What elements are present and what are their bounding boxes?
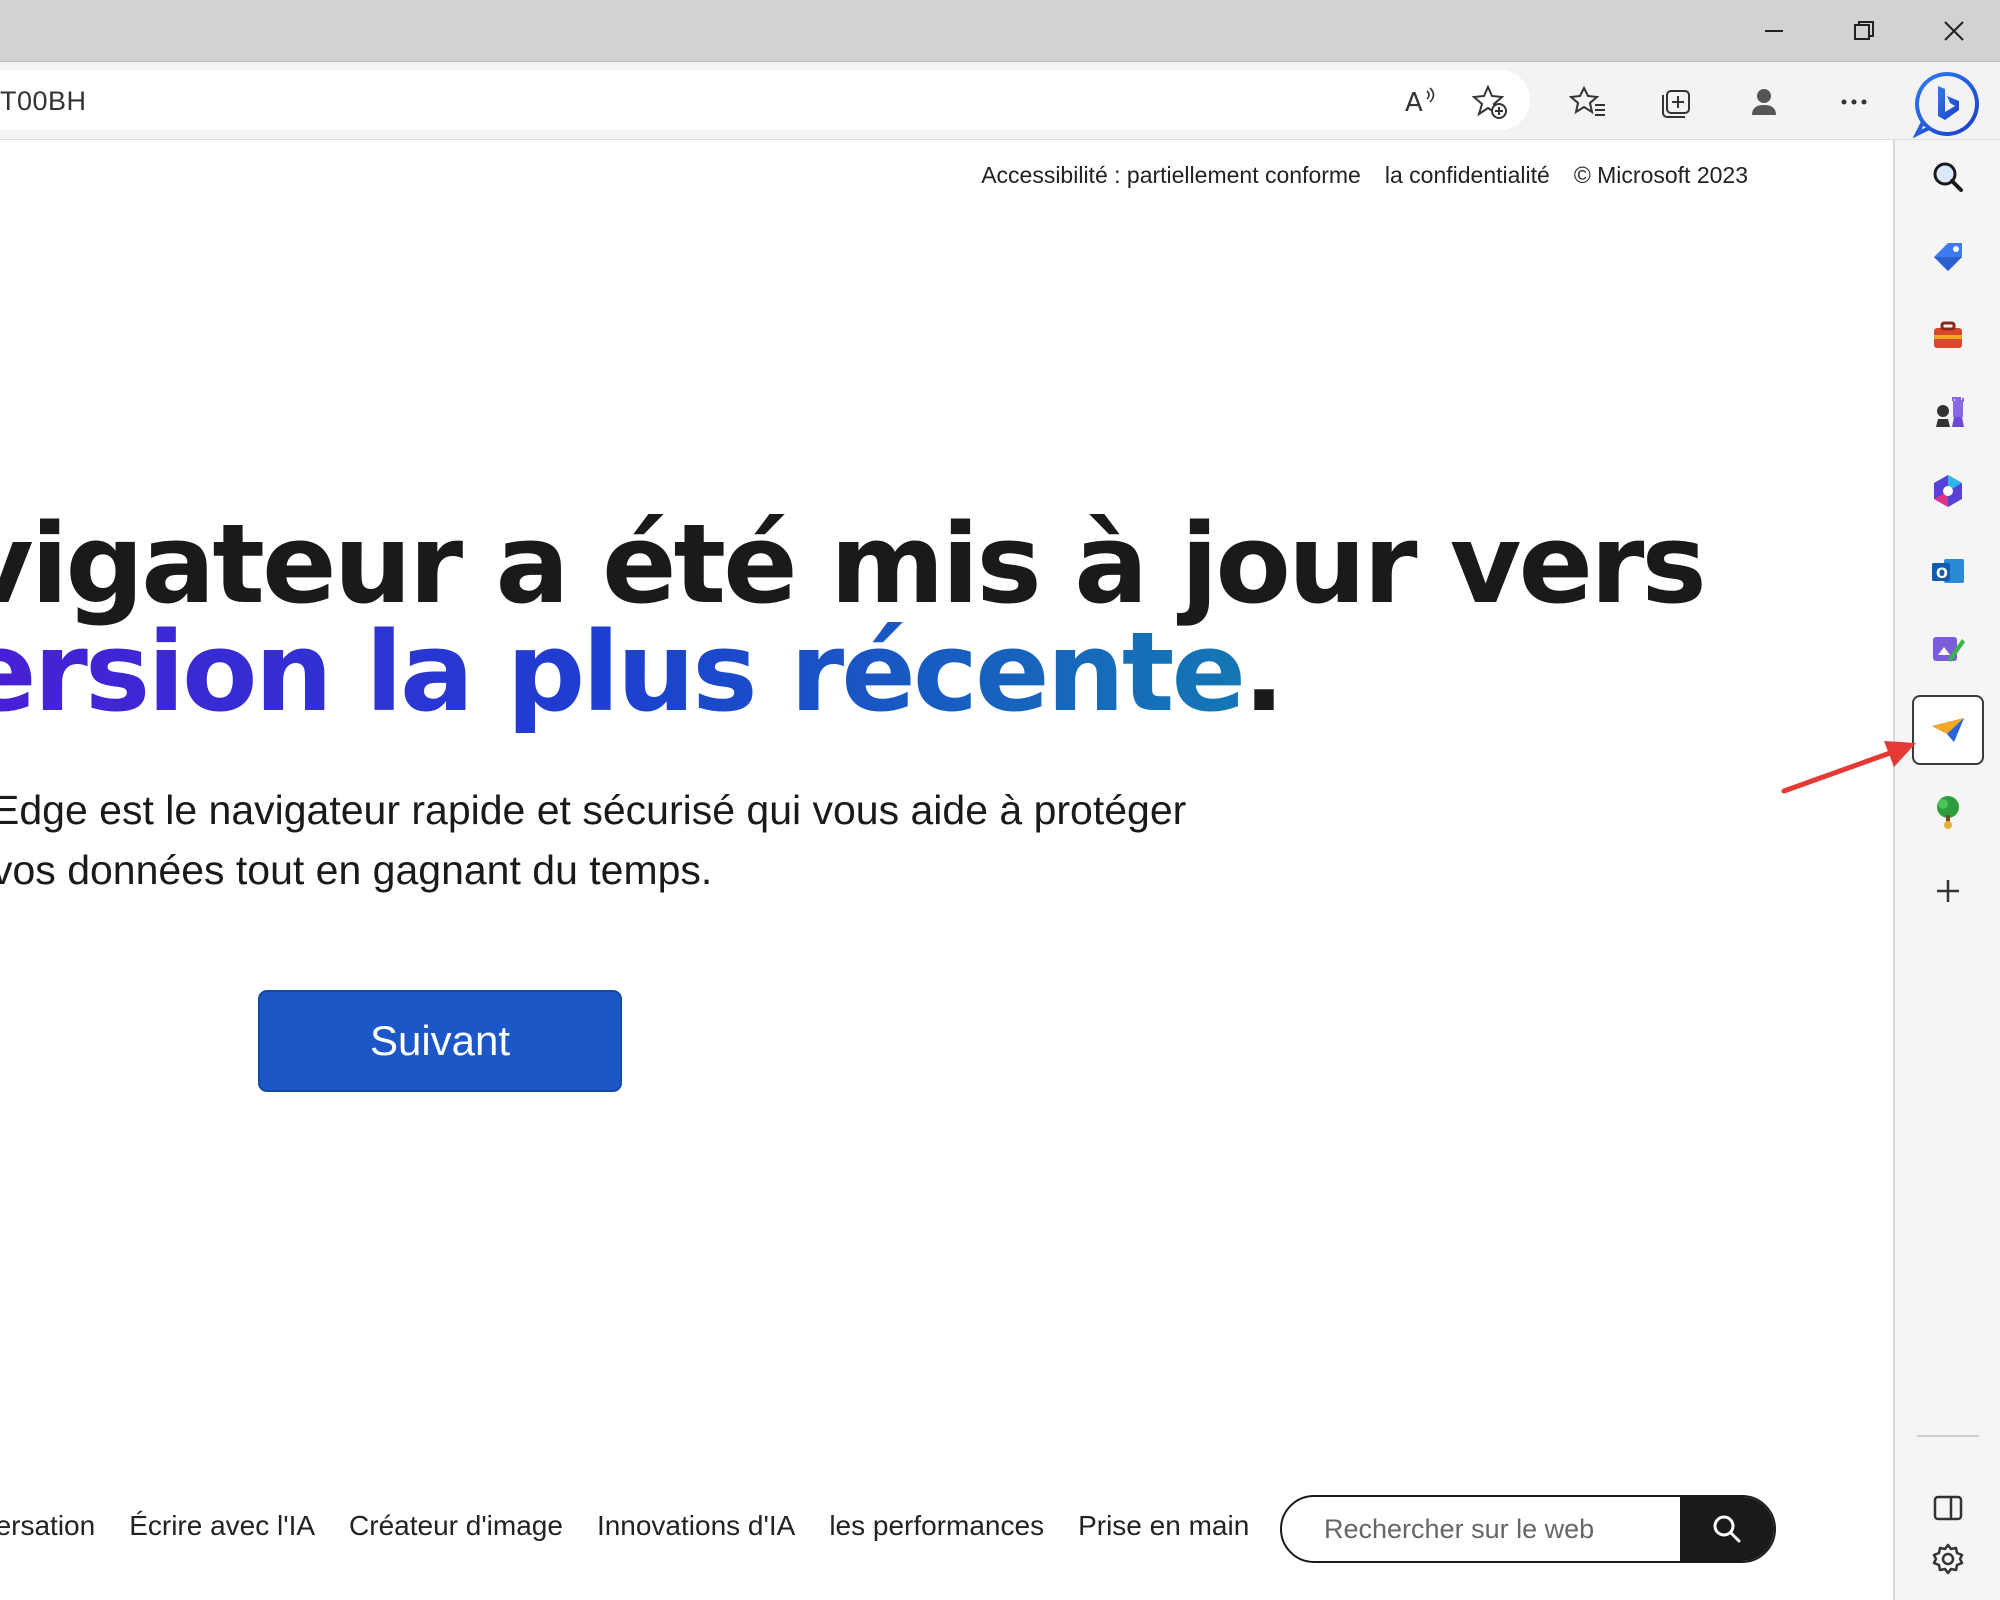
- browser-toolbar: T00BH A: [0, 62, 2000, 140]
- page-headline: vigateur a été mis à jour vers ersion la…: [0, 500, 1707, 727]
- sidebar-tree[interactable]: [1917, 780, 1979, 842]
- profile-icon: [1752, 89, 1776, 115]
- restore-button[interactable]: [1820, 0, 1908, 62]
- profile-button[interactable]: [1742, 80, 1786, 124]
- bing-chat-icon: [1912, 71, 1979, 139]
- close-icon: [1944, 21, 1964, 41]
- headline-line-2: ersion la plus récente.: [0, 617, 1704, 727]
- minimize-icon: [1765, 30, 1783, 32]
- shopping-tag-icon: [1934, 243, 1962, 271]
- close-button[interactable]: [1910, 0, 1998, 62]
- address-bar[interactable]: T00BH: [0, 70, 1530, 130]
- privacy-link[interactable]: la confidentialité: [1385, 162, 1550, 189]
- sidebar-add[interactable]: [1917, 860, 1979, 922]
- collections-icon: [1662, 90, 1690, 118]
- sidebar-outlook[interactable]: O: [1917, 540, 1979, 602]
- sidebar-tools[interactable]: [1917, 304, 1979, 366]
- minimize-button[interactable]: [1730, 0, 1818, 62]
- sidebar-drop[interactable]: [1917, 618, 1979, 680]
- address-text[interactable]: T00BH: [0, 86, 87, 117]
- drop-icon: [1933, 637, 1965, 662]
- sidebar-search[interactable]: [1917, 146, 1979, 208]
- search-icon: [1933, 162, 1963, 192]
- sidebar-shopping[interactable]: [1917, 226, 1979, 288]
- headline-gradient-text: ersion la plus récente: [0, 608, 1246, 736]
- annotation-arrow-icon: [1781, 741, 1916, 794]
- sidebar-microsoft-365[interactable]: [1917, 460, 1979, 522]
- bottom-nav-item[interactable]: nversation: [0, 1510, 95, 1542]
- telegram-icon: [1932, 718, 1964, 742]
- sidebar-settings[interactable]: [1917, 1528, 1979, 1590]
- sidebar-divider: [1917, 1435, 1979, 1437]
- svg-text:O: O: [1936, 566, 1948, 582]
- tools-icon: [1934, 321, 1962, 348]
- bottom-nav: nversation Écrire avec l'IA Créateur d'i…: [0, 1510, 1283, 1542]
- outlook-icon: O: [1932, 559, 1964, 583]
- bottom-nav-item[interactable]: Prise en main: [1078, 1510, 1249, 1542]
- microsoft-365-icon: [1934, 475, 1962, 507]
- sidebar-telegram[interactable]: [1912, 695, 1984, 765]
- more-icon: [1841, 99, 1867, 105]
- web-search-box: [1280, 1495, 1776, 1563]
- hero-description: Edge est le navigateur rapide et sécuris…: [0, 787, 1187, 893]
- copyright-text: © Microsoft 2023: [1573, 162, 1748, 188]
- bing-chat-button[interactable]: [1912, 70, 1981, 139]
- favorites-icon: [1569, 85, 1605, 116]
- accessibility-link[interactable]: Accessibilité : partiellement conforme: [981, 162, 1361, 189]
- bottom-nav-item[interactable]: les performances: [829, 1510, 1044, 1542]
- web-search-button[interactable]: [1680, 1497, 1774, 1561]
- add-favorite-button[interactable]: [1468, 80, 1512, 124]
- search-icon: [1713, 1515, 1741, 1543]
- favorites-button[interactable]: [1566, 80, 1610, 124]
- more-button[interactable]: [1832, 80, 1876, 124]
- page-content: Accessibilité : partiellement conforme l…: [0, 140, 1893, 1600]
- bottom-nav-item[interactable]: Innovations d'IA: [597, 1510, 795, 1542]
- next-button[interactable]: Suivant: [258, 990, 622, 1092]
- sidebar-games[interactable]: [1917, 382, 1979, 444]
- top-links: Accessibilité : partiellement conforme l…: [981, 162, 1748, 189]
- read-aloud-button[interactable]: A: [1398, 80, 1442, 124]
- bottom-nav-item[interactable]: Créateur d'image: [349, 1510, 563, 1542]
- settings-icon: [1932, 1543, 1964, 1575]
- add-favorite-icon: [1471, 84, 1507, 119]
- title-bar: [0, 0, 2000, 62]
- headline-line-1: vigateur a été mis à jour vers: [0, 500, 1707, 628]
- edge-sidebar: O: [1893, 140, 2000, 1600]
- bottom-nav-item[interactable]: Écrire avec l'IA: [129, 1510, 315, 1542]
- tree-icon: [1937, 796, 1959, 829]
- games-icon: [1936, 397, 1964, 427]
- collections-button[interactable]: [1654, 80, 1698, 124]
- read-aloud-icon: A: [1405, 87, 1435, 118]
- headline-period: .: [1243, 608, 1285, 736]
- add-icon: [1937, 880, 1959, 902]
- svg-text:A: A: [1405, 88, 1423, 118]
- split-screen-icon: [1933, 1495, 1963, 1521]
- restore-icon: [1854, 21, 1874, 40]
- web-search-input[interactable]: [1282, 1497, 1682, 1561]
